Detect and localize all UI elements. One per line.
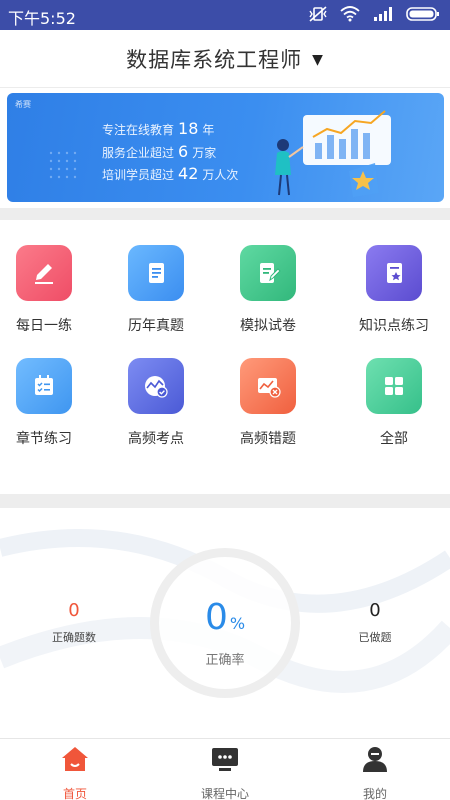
paper-edit-icon	[240, 245, 296, 301]
grid-icon	[366, 358, 422, 414]
grid-item-frequent-errors[interactable]: 高频错题	[218, 358, 318, 448]
correct-count-label: 正确题数	[52, 631, 96, 644]
book-star-icon	[366, 245, 422, 301]
grid-label: 知识点练习	[359, 318, 429, 334]
signal-icon	[374, 7, 392, 21]
chart-check-icon	[128, 358, 184, 414]
correct-count-value: 0	[68, 600, 80, 621]
grid-label: 每日一练	[16, 318, 72, 334]
nav-profile[interactable]: 我的	[325, 743, 425, 800]
presentation-illustration-icon	[275, 110, 391, 197]
correct-rate-value: 0%	[204, 597, 246, 638]
battery-icon	[406, 7, 439, 21]
grid-item-mock-exam[interactable]: 模拟试卷	[218, 245, 318, 335]
chart-error-icon	[240, 358, 296, 414]
bottom-nav: 首页 课程中心 我的	[0, 738, 450, 800]
correct-rate-ring: 0% 正确率	[150, 548, 300, 698]
banner-line-students: 培训学员超过 42 万人次	[102, 164, 239, 183]
dot-pattern-icon	[49, 151, 77, 179]
grid-label: 章节练习	[16, 431, 72, 447]
header: 数据库系统工程师 ▼	[0, 30, 450, 88]
nav-label: 首页	[62, 787, 87, 800]
grid-label: 高频考点	[128, 431, 184, 447]
grid-item-knowledge-practice[interactable]: 知识点练习	[344, 245, 444, 335]
checklist-icon	[16, 358, 72, 414]
grid-item-all[interactable]: 全部	[344, 358, 444, 448]
correct-rate-label: 正确率	[205, 653, 245, 668]
stats-panel: 0 正确题数 0% 正确率 0 已做题	[0, 508, 450, 736]
grid-item-hot-topics[interactable]: 高频考点	[106, 358, 206, 448]
done-count-stat: 0 已做题	[325, 600, 425, 645]
done-count-value: 0	[369, 600, 381, 621]
banner-line-companies: 服务企业超过 6 万家	[102, 142, 217, 161]
vibrate-off-icon	[309, 6, 327, 22]
status-bar: 下午5:52	[0, 0, 450, 30]
grid-label: 高频错题	[240, 431, 296, 447]
status-time: 下午5:52	[8, 9, 76, 28]
home-icon	[25, 743, 125, 775]
done-count-label: 已做题	[358, 631, 392, 644]
section-divider	[0, 494, 450, 508]
nav-course-center[interactable]: 课程中心	[175, 743, 275, 800]
nav-label: 我的	[362, 787, 387, 800]
dropdown-arrow-icon: ▼	[312, 52, 324, 68]
exam-selector[interactable]: 数据库系统工程师 ▼	[0, 44, 450, 74]
banner-line-years: 专注在线教育 18 年	[102, 119, 215, 138]
profile-icon	[325, 743, 425, 775]
banner-logo: 希赛	[15, 100, 31, 109]
nav-home[interactable]: 首页	[25, 743, 125, 800]
page-title: 数据库系统工程师	[126, 48, 303, 72]
nav-label: 课程中心	[200, 787, 249, 800]
promo-banner[interactable]: 希赛 专注在线教育 18 年 服务企业超过 6 万家 培训学员超过 42 万人次	[7, 93, 444, 202]
grid-item-daily-practice[interactable]: 每日一练	[0, 245, 94, 335]
grid-label: 全部	[380, 431, 408, 447]
document-icon	[128, 245, 184, 301]
grid-label: 模拟试卷	[240, 318, 296, 334]
status-icons	[308, 6, 440, 22]
wifi-icon	[340, 6, 360, 22]
course-screen-icon	[175, 743, 275, 775]
correct-count-stat: 0 正确题数	[24, 600, 124, 645]
pencil-icon	[16, 245, 72, 301]
grid-item-chapter-practice[interactable]: 章节练习	[0, 358, 94, 448]
section-divider	[0, 208, 450, 220]
grid-item-past-exams[interactable]: 历年真题	[106, 245, 206, 335]
grid-label: 历年真题	[128, 318, 184, 334]
